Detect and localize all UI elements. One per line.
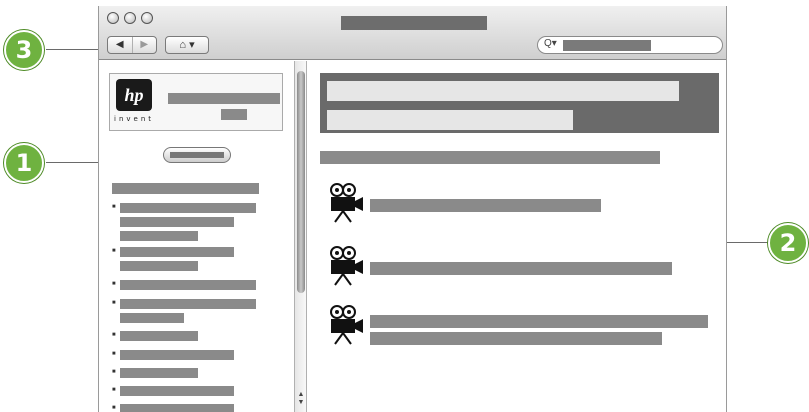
banner-title-line [327,81,679,101]
video-link-text[interactable] [370,315,708,328]
search-icon: Q▾ [544,38,557,49]
bullet-icon: ■ [112,332,116,338]
sidebar: hp invent ■ ■ ■ ■ ■ ■ ■ ■ ■ [99,61,295,412]
hp-logo: hp [116,79,152,111]
scrollbar-thumb[interactable] [297,71,305,293]
bullet-icon: ■ [112,281,116,287]
movie-camera-icon [330,246,363,286]
topic-banner [320,73,719,133]
zoom-window-button[interactable] [141,12,153,24]
sidebar-heading [112,183,259,194]
scroll-arrows-icon[interactable]: ▲ ▼ [296,391,306,407]
product-subtitle-text [221,109,247,120]
bullet-icon: ■ [112,369,116,375]
minimize-window-button[interactable] [124,12,136,24]
video-link-text[interactable] [370,199,601,212]
section-heading [320,151,660,164]
bullet-icon: ■ [112,248,116,254]
back-forward-group: ◀ ▶ [107,36,157,54]
hp-invent-tagline: invent [114,115,155,123]
banner-subtitle-line [327,110,573,130]
window-title [341,16,487,30]
bullet-icon: ■ [112,405,116,411]
movie-camera-icon [330,305,363,345]
titlebar: ◀ ▶ ⌂ ▾ Q▾ [99,6,726,60]
callout-2: 2 [768,223,808,263]
product-name-text [168,93,280,104]
callout-3: 3 [4,30,44,70]
callout-1-leader [46,162,104,163]
help-viewer-window: ◀ ▶ ⌂ ▾ Q▾ hp invent ■ ■ ■ ■ ■ ■ ■ ■ ■ ▲… [98,6,727,412]
callout-1: 1 [4,143,44,183]
video-link-text[interactable] [370,262,672,275]
bullet-icon: ■ [112,300,116,306]
video-link-text-line2[interactable] [370,332,662,345]
sidebar-scrollbar[interactable]: ▲ ▼ [295,61,307,412]
callout-3-leader [46,49,102,50]
search-placeholder [563,40,651,51]
search-field[interactable]: Q▾ [537,36,723,54]
back-button[interactable]: ◀ [108,37,132,53]
home-button[interactable]: ⌂ ▾ [165,36,209,54]
forward-button[interactable]: ▶ [131,37,157,53]
close-window-button[interactable] [107,12,119,24]
sidebar-pill-label [170,152,224,158]
bullet-icon: ■ [112,204,116,210]
sidebar-pill-button[interactable] [163,147,231,163]
hp-logo-panel: hp invent [109,73,283,131]
main-content [308,61,726,412]
movie-camera-icon [330,183,363,223]
screenshot-stage: 3 1 2 ◀ ▶ ⌂ ▾ Q▾ hp invent ■ ■ ■ ■ ■ ■ ■… [0,0,809,412]
bullet-icon: ■ [112,351,116,357]
bullet-icon: ■ [112,387,116,393]
